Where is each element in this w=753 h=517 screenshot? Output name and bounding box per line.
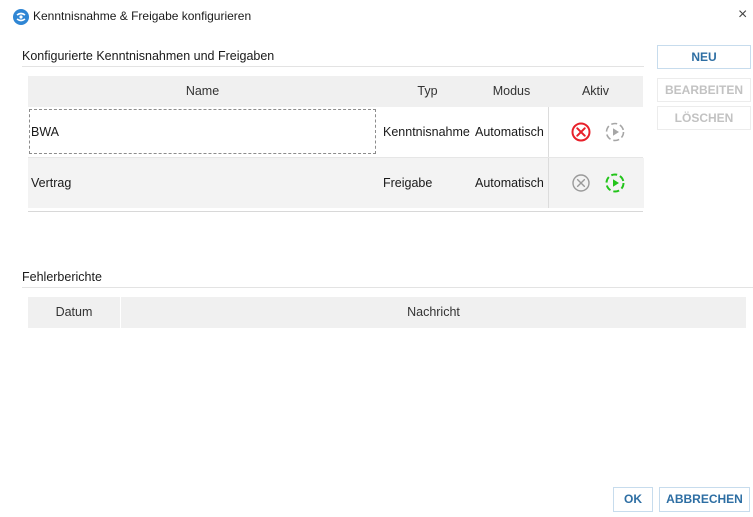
row-typ: Freigabe (383, 176, 433, 190)
activate-icon[interactable] (604, 172, 626, 194)
row-aktiv-cell (548, 107, 644, 157)
column-header-modus[interactable]: Modus (475, 76, 548, 107)
edit-button[interactable]: BEARBEITEN (657, 78, 751, 102)
selected-cell-focus (29, 109, 376, 154)
title-bar: Kenntnisnahme & Freigabe konfigurieren × (0, 0, 753, 34)
cancel-button[interactable]: ABBRECHEN (659, 487, 750, 512)
ok-button[interactable]: OK (613, 487, 653, 512)
row-name: BWA (31, 125, 60, 139)
column-header-nachricht[interactable]: Nachricht (121, 297, 746, 328)
table-row[interactable]: BWA Kenntnisnahme Automatisch (28, 107, 644, 158)
config-section-title: Konfigurierte Kenntnisnahmen und Freigab… (22, 49, 275, 63)
window-title: Kenntnisnahme & Freigabe konfigurieren (33, 9, 252, 23)
row-modus: Automatisch (475, 176, 544, 190)
row-typ: Kenntnisnahme (383, 125, 470, 139)
row-aktiv-cell (548, 158, 644, 208)
delete-button[interactable]: LÖSCHEN (657, 106, 751, 130)
errors-table-header: Datum Nachricht (28, 297, 746, 328)
table-row[interactable]: Vertrag Freigabe Automatisch (28, 158, 644, 208)
deactivate-icon[interactable] (570, 121, 592, 143)
row-modus: Automatisch (475, 125, 544, 139)
column-header-name[interactable]: Name (28, 76, 377, 107)
column-header-aktiv[interactable]: Aktiv (548, 76, 643, 107)
config-section-divider (22, 66, 644, 67)
config-table-header: Name Typ Modus Aktiv (28, 76, 643, 107)
app-logo-icon (13, 9, 29, 25)
new-button[interactable]: NEU (657, 45, 751, 69)
errors-section-title: Fehlerberichte (22, 270, 102, 284)
column-header-typ[interactable]: Typ (380, 76, 475, 107)
errors-section-divider (22, 287, 753, 288)
close-button[interactable]: × (738, 6, 747, 24)
row-name: Vertrag (31, 176, 72, 190)
config-table: Name Typ Modus Aktiv BWA Kenntnisnahme A… (28, 76, 644, 212)
deactivate-icon[interactable] (570, 172, 592, 194)
activate-icon[interactable] (604, 121, 626, 143)
column-header-datum[interactable]: Datum (28, 297, 120, 328)
